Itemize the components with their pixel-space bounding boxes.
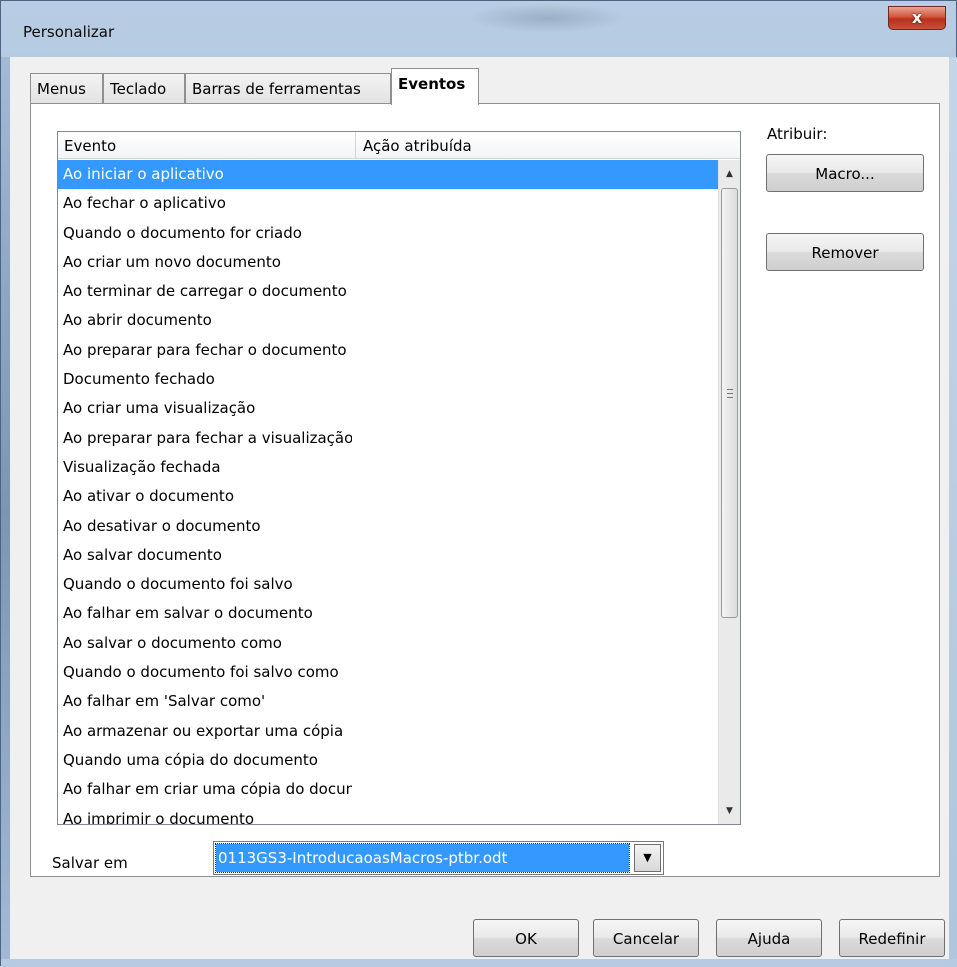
events-scrollbar[interactable]: ▲ ▼ [718, 160, 740, 824]
events-panel: Evento Ação atribuída Ao iniciar o aplic… [30, 103, 940, 877]
list-item[interactable]: Ao iniciar o aplicativo [58, 160, 718, 190]
customize-dialog: Personalizar x Menus Teclado Barras de f… [0, 0, 957, 967]
close-icon: x [911, 8, 923, 27]
event-name: Ao preparar para fechar o documento [63, 340, 347, 359]
event-name: Quando o documento foi salvo [63, 575, 293, 594]
tab-toolbars[interactable]: Barras de ferramentas [185, 73, 391, 103]
cancel-button[interactable]: Cancelar [593, 919, 699, 957]
title-bar-reflection [467, 3, 627, 33]
cancel-button-label: Cancelar [612, 930, 680, 948]
tab-keyboard[interactable]: Teclado [103, 73, 185, 103]
help-button-label: Ajuda [747, 930, 791, 948]
tab-menus[interactable]: Menus [30, 73, 103, 103]
event-name: Ao falhar em 'Salvar como' [63, 692, 266, 711]
event-name: Quando o documento foi salvo como [63, 663, 339, 682]
help-button[interactable]: Ajuda [716, 919, 822, 957]
macro-button[interactable]: Macro... [766, 154, 924, 192]
tab-events[interactable]: Eventos [391, 68, 479, 105]
event-name: Ao ativar o documento [63, 487, 234, 506]
title-bar[interactable]: Personalizar x [1, 1, 956, 57]
reset-button-label: Redefinir [858, 930, 926, 948]
list-item[interactable]: Ao salvar documento [58, 541, 718, 570]
list-item[interactable]: Quando o documento foi salvo como [58, 658, 718, 687]
scroll-down-icon[interactable]: ▼ [719, 800, 740, 822]
save-in-dropdown[interactable]: 0113GS3-IntroducaoasMacros-ptbr.odt ▼ [213, 841, 664, 875]
list-item[interactable]: Ao criar um novo documento [58, 248, 718, 277]
event-name: Ao preparar para fechar a visualização [63, 428, 352, 447]
dialog-body: Menus Teclado Barras de ferramentas Even… [10, 57, 949, 959]
list-item[interactable]: Quando o documento for criado [58, 219, 718, 248]
scrollbar-thumb[interactable] [721, 188, 738, 618]
event-name: Ao salvar documento [63, 545, 222, 564]
event-name: Ao criar uma visualização [63, 399, 256, 418]
event-name: Ao falhar em criar uma cópia do document… [63, 780, 352, 799]
event-name: Ao iniciar o aplicativo [63, 165, 224, 183]
event-name: Ao abrir documento [63, 311, 212, 330]
event-name: Quando o documento for criado [63, 223, 302, 242]
column-header-event[interactable]: Evento [58, 132, 356, 159]
event-name: Visualização fechada [63, 457, 221, 476]
event-name: Ao fechar o aplicativo [63, 194, 226, 213]
list-item[interactable]: Ao imprimir o documento [58, 805, 718, 824]
event-name: Ao criar um novo documento [63, 252, 281, 271]
list-item[interactable]: Ao terminar de carregar o documento [58, 277, 718, 306]
list-item[interactable]: Ao falhar em salvar o documento [58, 599, 718, 628]
event-name: Ao armazenar ou exportar uma cópia [63, 721, 344, 740]
ok-button[interactable]: OK [473, 919, 579, 957]
save-in-label: Salvar em [52, 854, 128, 872]
event-name: Ao falhar em salvar o documento [63, 604, 313, 623]
macro-button-label: Macro... [815, 165, 875, 183]
window-right-border [949, 57, 957, 965]
save-in-value: 0113GS3-IntroducaoasMacros-ptbr.odt [215, 843, 630, 873]
chevron-down-icon[interactable]: ▼ [634, 844, 661, 872]
event-name: Ao salvar o documento como [63, 633, 282, 652]
list-item[interactable]: Ao preparar para fechar o documento [58, 336, 718, 365]
event-name: Ao terminar de carregar o documento [63, 282, 347, 301]
event-name: Documento fechado [63, 370, 215, 389]
grip-icon [727, 389, 733, 398]
reset-button[interactable]: Redefinir [839, 919, 945, 957]
column-header-assigned-action[interactable]: Ação atribuída [357, 132, 717, 159]
event-name: Quando uma cópia do documento [63, 750, 318, 769]
event-name: Ao imprimir o documento [63, 809, 255, 824]
events-list[interactable]: Evento Ação atribuída Ao iniciar o aplic… [57, 131, 741, 825]
ok-button-label: OK [515, 930, 537, 948]
list-item[interactable]: Ao falhar em 'Salvar como' [58, 687, 718, 716]
window-title: Personalizar [23, 23, 115, 41]
close-button[interactable]: x [888, 6, 946, 30]
list-item[interactable]: Documento fechado [58, 365, 718, 394]
list-item[interactable]: Ao fechar o aplicativo [58, 189, 718, 218]
list-item[interactable]: Visualização fechada [58, 453, 718, 482]
window-left-border [1, 57, 10, 965]
remove-button[interactable]: Remover [766, 233, 924, 271]
remove-button-label: Remover [811, 244, 879, 262]
list-item[interactable]: Quando o documento foi salvo [58, 570, 718, 599]
list-item[interactable]: Ao preparar para fechar a visualização [58, 424, 718, 453]
list-item[interactable]: Ao ativar o documento [58, 482, 718, 511]
list-item[interactable]: Ao criar uma visualização [58, 394, 718, 423]
scroll-up-icon[interactable]: ▲ [719, 163, 740, 185]
events-list-header: Evento Ação atribuída [58, 132, 740, 159]
assign-label: Atribuir: [767, 125, 828, 143]
list-item[interactable]: Ao desativar o documento [58, 512, 718, 541]
event-name: Ao desativar o documento [63, 516, 261, 535]
list-item[interactable]: Quando uma cópia do documento [58, 746, 718, 775]
list-item[interactable]: Ao armazenar ou exportar uma cópia [58, 717, 718, 746]
list-item[interactable]: Ao abrir documento [58, 306, 718, 335]
events-rows: Ao iniciar o aplicativo Ao fechar o aplic… [58, 160, 718, 824]
list-item[interactable]: Ao falhar em criar uma cópia do document… [58, 775, 718, 804]
list-item[interactable]: Ao salvar o documento como [58, 629, 718, 658]
